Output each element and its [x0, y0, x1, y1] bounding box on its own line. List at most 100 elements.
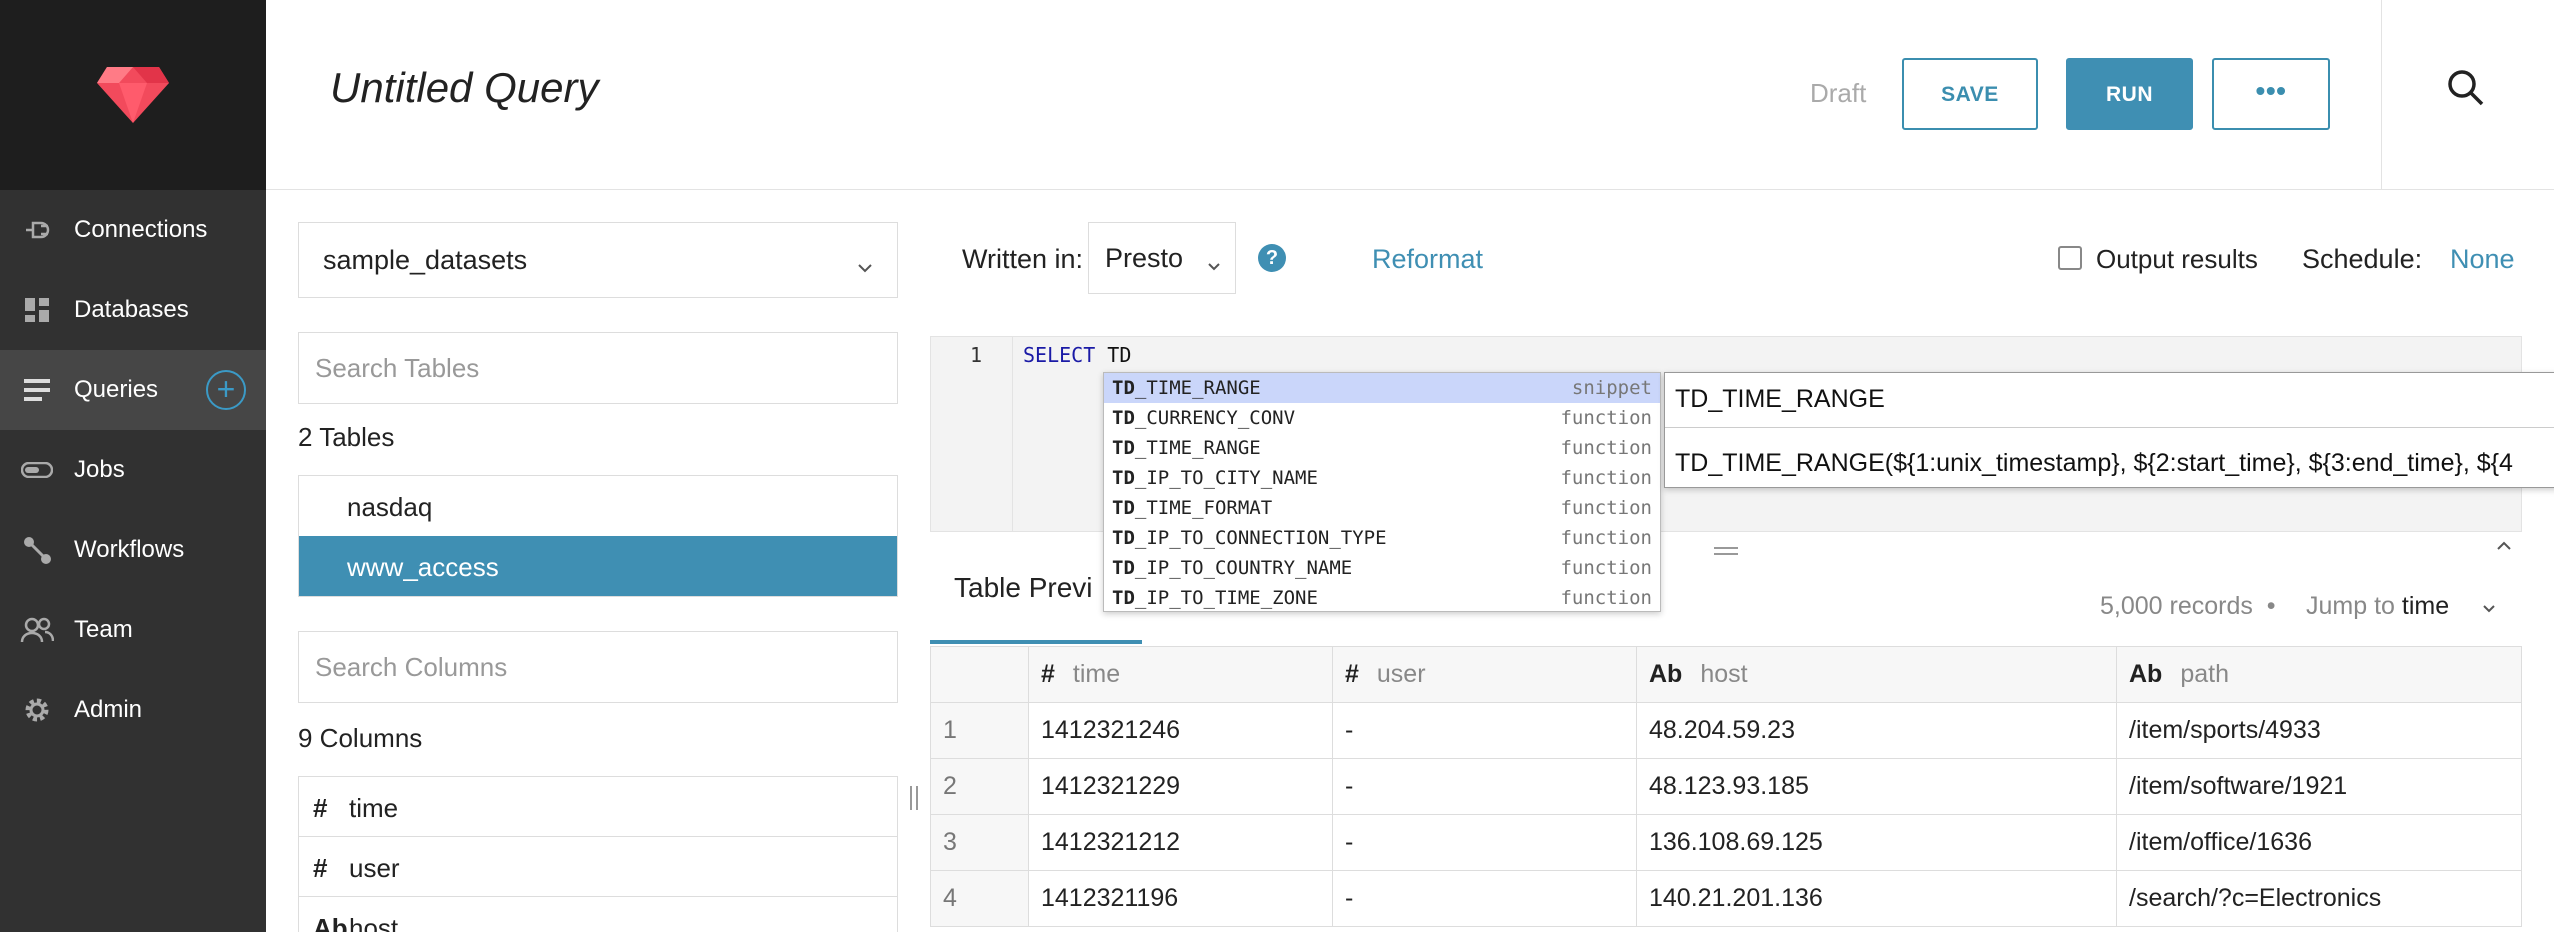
table-cell[interactable]: -	[1332, 702, 1637, 759]
database-select[interactable]: sample_datasets	[298, 222, 898, 298]
output-results-checkbox[interactable]	[2058, 246, 2082, 270]
reformat-link[interactable]: Reformat	[1372, 244, 1483, 275]
search-columns-input[interactable]: Search Columns	[298, 631, 898, 703]
autocomplete-item[interactable]: TD_TIME_FORMAT function	[1104, 493, 1660, 523]
autocomplete-item[interactable]: TD_IP_TO_CITY_NAME function	[1104, 463, 1660, 493]
panel-resize-handle[interactable]	[908, 784, 920, 812]
table-cell[interactable]: -	[1332, 870, 1637, 927]
output-results-label: Output results	[2096, 244, 2258, 274]
editor-toolbar: Written in: Presto ? Reformat Output res…	[962, 222, 2522, 298]
sidebar-item-label: Team	[74, 616, 133, 643]
column-header[interactable]: Ab path	[2116, 646, 2522, 703]
text-type-icon: Ab	[1649, 660, 1683, 688]
help-icon[interactable]: ?	[1258, 244, 1286, 272]
match-prefix: TD	[1112, 557, 1135, 579]
table-item-selected[interactable]: www_access	[299, 536, 897, 596]
text-type-icon: Ab	[2129, 660, 2163, 688]
save-button[interactable]: SAVE	[1902, 58, 2038, 130]
doc-divider	[1665, 427, 2554, 428]
jump-label: Jump to	[2306, 592, 2395, 620]
sidebar-item-label: Workflows	[74, 536, 185, 563]
separator-dot: •	[2266, 592, 2276, 620]
table-item[interactable]: nasdaq	[299, 476, 897, 536]
chevron-down-icon[interactable]	[2482, 600, 2496, 618]
item-rest: _IP_TO_CONNECTION_TYPE	[1134, 527, 1387, 549]
table-list: nasdaq www_access	[298, 475, 898, 597]
tab-table-preview[interactable]: Table Previ	[954, 572, 1093, 604]
column-name: host	[349, 913, 399, 932]
table-cell[interactable]: 48.204.59.23	[1636, 702, 2117, 759]
schema-panel: sample_datasets Search Tables 2 Tables n…	[298, 222, 898, 932]
table-cell[interactable]: 140.21.201.136	[1636, 870, 2117, 927]
jump-to-select[interactable]: Jump to time	[2306, 592, 2449, 621]
more-button[interactable]: •••	[2212, 58, 2330, 130]
autocomplete-item[interactable]: TD_IP_TO_CONNECTION_TYPE function	[1104, 523, 1660, 553]
code-text: TD	[1095, 343, 1132, 367]
item-rest: _TIME_FORMAT	[1134, 497, 1273, 519]
column-header[interactable]: Ab host	[1636, 646, 2117, 703]
sidebar-item-connections[interactable]: Connections	[0, 190, 266, 270]
editor-resize-handle[interactable]	[1712, 544, 1740, 556]
match-prefix: TD	[1112, 497, 1135, 519]
engine-select[interactable]: Presto	[1088, 222, 1236, 294]
list-icon	[18, 371, 56, 409]
sidebar-item-label: Admin	[74, 696, 143, 723]
item-meta: function	[1560, 497, 1652, 519]
draft-status: Draft	[1810, 78, 1867, 108]
sidebar-item-workflows[interactable]: Workflows	[0, 510, 266, 590]
column-header[interactable]: # user	[1332, 646, 1637, 703]
row-number-header	[930, 646, 1029, 703]
table-header-row: # time # user Ab host Ab path	[930, 646, 2522, 703]
column-header[interactable]: # time	[1028, 646, 1333, 703]
item-rest: _TIME_RANGE	[1134, 437, 1261, 459]
search-icon[interactable]	[2446, 68, 2494, 116]
add-query-button[interactable]: +	[206, 370, 246, 410]
results-table: # time # user Ab host Ab path 1 1412321246 -…	[930, 646, 2522, 927]
diamond-logo-icon[interactable]	[97, 67, 169, 123]
autocomplete-item[interactable]: TD_CURRENCY_CONV function	[1104, 403, 1660, 433]
row-number: 2	[930, 758, 1029, 815]
table-cell[interactable]: /item/software/1921	[2116, 758, 2522, 815]
autocomplete-item[interactable]: TD_TIME_RANGE function	[1104, 433, 1660, 463]
sidebar-item-label: Jobs	[74, 456, 125, 483]
search-tables-input[interactable]: Search Tables	[298, 332, 898, 404]
autocomplete-item[interactable]: TD_IP_TO_COUNTRY_NAME function	[1104, 553, 1660, 583]
column-header-label: path	[2180, 660, 2229, 688]
sidebar-item-team[interactable]: Team	[0, 590, 266, 670]
sidebar-item-queries[interactable]: Queries +	[0, 350, 266, 430]
table-cell[interactable]: 136.108.69.125	[1636, 814, 2117, 871]
records-text: 5,000 records	[2100, 592, 2253, 620]
columns-count: 9 Columns	[298, 723, 423, 753]
query-title[interactable]: Untitled Query	[330, 64, 598, 112]
table-cell[interactable]: 48.123.93.185	[1636, 758, 2117, 815]
match-prefix: TD	[1112, 527, 1135, 549]
table-cell[interactable]: 1412321196	[1028, 870, 1333, 927]
table-cell[interactable]: /search/?c=Electronics	[2116, 870, 2522, 927]
table-cell[interactable]: -	[1332, 814, 1637, 871]
active-tab-indicator	[930, 640, 1142, 644]
sidebar-item-databases[interactable]: Databases	[0, 270, 266, 350]
autocomplete-item[interactable]: TD_TIME_RANGE snippet	[1104, 373, 1660, 403]
autocomplete-item[interactable]: TD_IP_TO_TIME_ZONE function	[1104, 583, 1660, 611]
match-prefix: TD	[1112, 467, 1135, 489]
sidebar-item-label: Connections	[74, 216, 208, 243]
toggle-icon	[18, 451, 56, 489]
match-prefix: TD	[1112, 437, 1135, 459]
grid-icon	[18, 291, 56, 329]
item-rest: _IP_TO_COUNTRY_NAME	[1134, 557, 1353, 579]
code-line[interactable]: SELECT TD	[1023, 343, 1131, 367]
table-cell[interactable]: /item/sports/4933	[2116, 702, 2522, 759]
run-button[interactable]: RUN	[2066, 58, 2193, 130]
column-header-label: time	[1072, 660, 1121, 688]
sidebar-item-jobs[interactable]: Jobs	[0, 430, 266, 510]
records-count: 5,000 records •	[2100, 592, 2276, 621]
table-cell[interactable]: 1412321246	[1028, 702, 1333, 759]
sidebar-item-admin[interactable]: Admin	[0, 670, 266, 750]
table-cell[interactable]: /item/office/1636	[2116, 814, 2522, 871]
table-cell[interactable]: 1412321212	[1028, 814, 1333, 871]
table-cell[interactable]: -	[1332, 758, 1637, 815]
schedule-value-link[interactable]: None	[2450, 244, 2515, 275]
chevron-up-icon[interactable]	[2496, 538, 2512, 552]
table-cell[interactable]: 1412321229	[1028, 758, 1333, 815]
chevron-down-icon	[1207, 247, 1221, 278]
